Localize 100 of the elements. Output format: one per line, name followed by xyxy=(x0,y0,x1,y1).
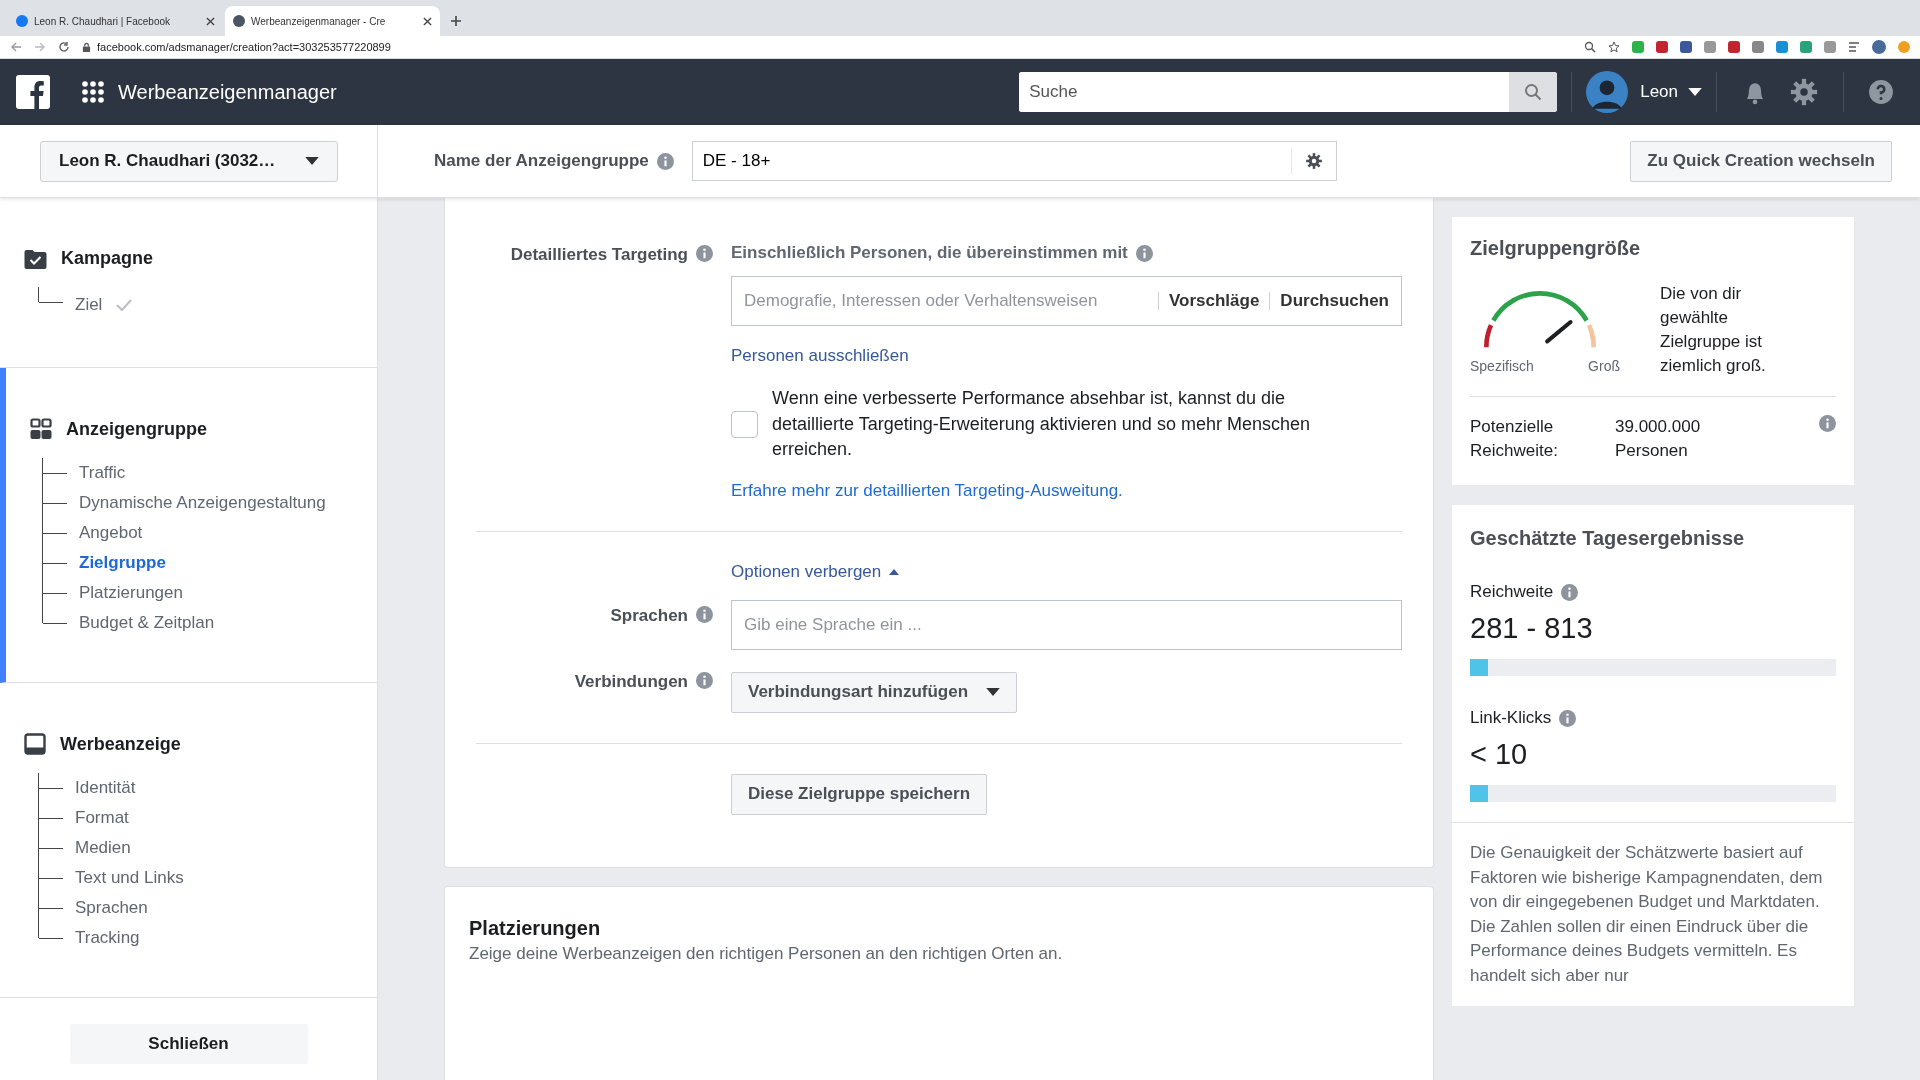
section-title: Platzierungen xyxy=(469,916,602,940)
nav-item[interactable]: Medien xyxy=(75,838,131,858)
tablet-icon xyxy=(24,733,46,755)
grid-squares-icon xyxy=(30,418,52,440)
nav-item[interactable]: Ziel xyxy=(75,295,103,315)
field-label: Name der Anzeigengruppe xyxy=(434,151,649,171)
section-subtitle: Zeige deine Werbeanzeigen den richtigen Personen an den richtigen Orten an. xyxy=(469,943,1064,964)
close-icon[interactable] xyxy=(423,16,432,26)
apps-grid-icon[interactable] xyxy=(82,81,104,103)
browser-tab[interactable]: Werbeanzeigenmanager - Cre xyxy=(225,6,440,36)
lock-icon xyxy=(82,41,91,53)
extension-icon[interactable] xyxy=(1656,41,1668,53)
info-icon[interactable] xyxy=(696,671,713,689)
caret-icon xyxy=(305,156,319,166)
app-title: Werbeanzeigenmanager xyxy=(118,80,337,104)
tree-connector-line xyxy=(42,458,67,488)
settings-icon[interactable] xyxy=(1304,152,1323,170)
nav-item[interactable]: Zielgruppe xyxy=(79,553,166,573)
zoom-icon[interactable] xyxy=(1584,41,1596,53)
url-text[interactable]: facebook.com/adsmanager/creation?act=303253577220899 xyxy=(97,41,391,53)
field-action-link[interactable]: Vorschläge xyxy=(1168,291,1260,311)
nav-item[interactable]: Format xyxy=(75,808,129,828)
nav-item[interactable]: Sprachen xyxy=(75,898,148,918)
nav-item[interactable]: Traffic xyxy=(79,463,126,483)
extension-icon[interactable] xyxy=(1680,41,1692,53)
extension-icon[interactable] xyxy=(1800,41,1812,53)
reach-label: Potenzielle Reichweite: xyxy=(1470,416,1559,462)
options-toggle-link[interactable]: Optionen verbergen xyxy=(731,561,900,582)
info-icon[interactable] xyxy=(696,245,713,262)
browser-tab[interactable]: Leon R. Chaudhari | Facebook xyxy=(8,6,223,36)
extension-icon[interactable] xyxy=(1704,41,1716,53)
quick-creation-button[interactable]: Zu Quick Creation wechseln xyxy=(1630,140,1892,182)
settings-icon[interactable] xyxy=(1789,77,1819,107)
tree-connector-line xyxy=(38,833,63,863)
info-icon[interactable] xyxy=(1819,415,1836,432)
reach-value: 39.000.000 Personen xyxy=(1615,416,1702,462)
gauge-max-label: Groß xyxy=(1588,358,1620,374)
tree-connector-line xyxy=(42,488,67,518)
metric-label: Link-Klicks xyxy=(1470,708,1552,728)
caret-icon[interactable] xyxy=(1688,87,1702,97)
star-icon[interactable] xyxy=(1608,41,1620,53)
account-dropdown[interactable]: Leon R. Chaudhari (3032… xyxy=(40,140,338,182)
favicon-icon xyxy=(16,15,28,27)
targeting-search-field[interactable]: Demografie, Interessen oder Verhaltensweisen Vorschläge Durchsuchen xyxy=(731,276,1402,326)
field-action-link[interactable]: Durchsuchen xyxy=(1280,291,1389,311)
section-title[interactable]: Werbeanzeige xyxy=(60,733,181,755)
back-icon[interactable] xyxy=(10,41,22,53)
info-icon[interactable] xyxy=(1561,583,1579,601)
metric-label: Reichweite xyxy=(1470,582,1554,602)
extension-icon[interactable] xyxy=(1752,41,1764,53)
nav-item[interactable]: Angebot xyxy=(79,523,143,543)
exclude-people-link[interactable]: Personen ausschließen xyxy=(731,346,909,366)
close-icon[interactable] xyxy=(206,16,215,26)
nav-item[interactable]: Tracking xyxy=(75,928,140,948)
nav-item[interactable]: Text und Links xyxy=(75,868,184,888)
nav-item[interactable]: Budget & Zeitplan xyxy=(79,613,215,633)
connection-type-dropdown[interactable]: Verbindungsart hinzufügen xyxy=(731,671,1018,713)
new-tab-icon[interactable] xyxy=(450,15,462,27)
metric-value: < 10 xyxy=(1470,738,1529,771)
extension-icon[interactable] xyxy=(1776,41,1788,53)
section-title[interactable]: Kampagne xyxy=(61,248,154,269)
tree-connector-line xyxy=(38,773,63,803)
field-label: Sprachen xyxy=(610,605,688,626)
extension-icon[interactable] xyxy=(1728,41,1740,53)
info-icon[interactable] xyxy=(1135,244,1153,262)
learn-more-link[interactable]: Erfahre mehr zur detaillierten Targeting-Ausweitung. xyxy=(731,480,1123,501)
checkbox[interactable] xyxy=(731,410,758,438)
reading-list-icon[interactable] xyxy=(1848,41,1860,53)
facebook-logo-icon[interactable] xyxy=(16,75,50,109)
section-title[interactable]: Anzeigengruppe xyxy=(66,418,207,440)
help-icon[interactable] xyxy=(1868,79,1894,105)
reload-icon[interactable] xyxy=(58,41,70,53)
update-icon[interactable] xyxy=(1898,41,1910,53)
nav-item[interactable]: Identität xyxy=(75,778,136,798)
gauge-min-label: Spezifisch xyxy=(1470,358,1534,374)
caret-icon xyxy=(986,687,1001,697)
card-title: Geschätzte Tagesergebnisse xyxy=(1470,527,1746,550)
folder-check-icon xyxy=(24,248,47,269)
language-input-field[interactable]: Gib eine Sprache ein ... xyxy=(731,599,1402,650)
info-icon[interactable] xyxy=(1559,709,1577,727)
avatar-icon[interactable] xyxy=(1586,71,1629,113)
audience-description: Die von dir gewählte Zielgruppe ist ziemlich groß. xyxy=(1660,283,1767,377)
nav-item[interactable]: Platzierungen xyxy=(79,583,183,603)
search-button[interactable] xyxy=(1509,72,1558,112)
close-button[interactable]: Schließen xyxy=(69,1024,308,1064)
metric-value: 281 - 813 xyxy=(1470,612,1594,645)
expansion-text: Wenn eine verbesserte Performance absehbar ist, kannst du die detaillierte Targeting-Erweiterung aktivieren und so mehr Menschen erreichen. xyxy=(772,387,1311,461)
include-label: Einschließlich Personen, die übereinstimmen mit xyxy=(731,243,1128,263)
user-name[interactable]: Leon xyxy=(1640,82,1678,102)
card-title: Zielgruppengröße xyxy=(1470,237,1641,260)
info-icon[interactable] xyxy=(696,605,713,623)
info-icon[interactable] xyxy=(656,152,674,170)
nav-item[interactable]: Dynamische Anzeigengestaltung xyxy=(79,493,326,513)
profile-avatar-icon[interactable] xyxy=(1872,40,1886,54)
extension-icon[interactable] xyxy=(1632,41,1644,53)
extension-icon[interactable] xyxy=(1824,41,1836,53)
estimate-note: Die Genauigkeit der Schätzwerte basiert auf Faktoren wie bisherige Kampagnendaten, dem von dir eingegebenen Budget und Marktdaten. Die Zahlen sollen dir einen Eindruck über die Performance deines Budgets vermitteln. Es handelt sich aber nur xyxy=(1470,842,1824,987)
tree-connector-line xyxy=(38,863,63,893)
field-label: Detailliertes Targeting xyxy=(510,245,688,265)
save-audience-button[interactable]: Diese Zielgruppe speichern xyxy=(731,773,987,815)
